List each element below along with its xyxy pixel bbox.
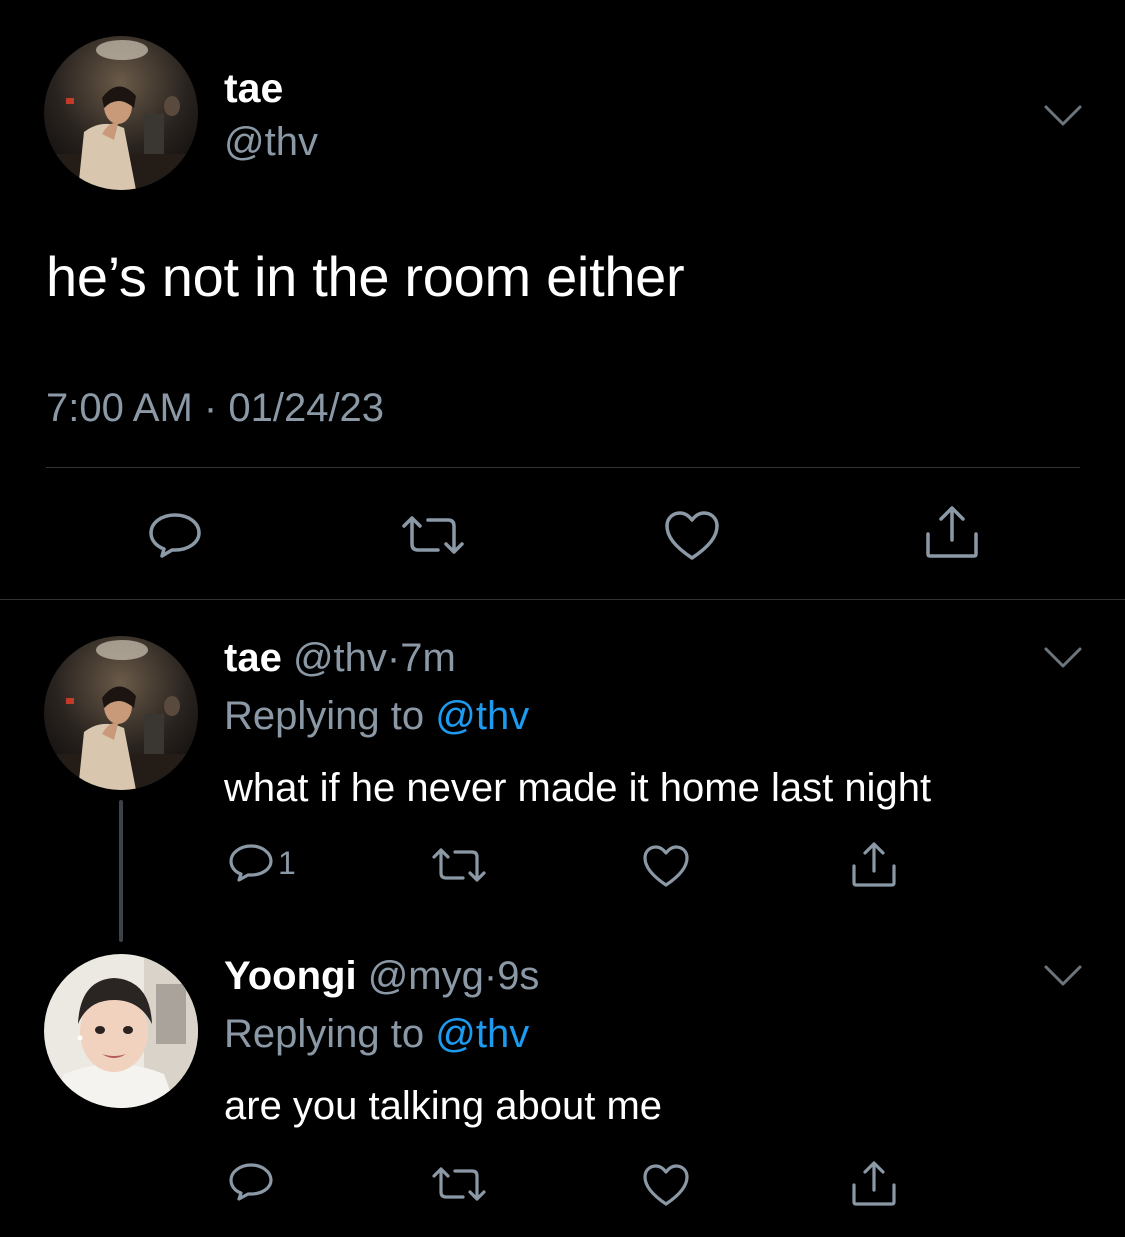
retweet-button[interactable] [430, 846, 488, 884]
author-handle[interactable]: @myg [368, 954, 484, 998]
share-button[interactable] [850, 1159, 898, 1207]
speech-bubble-icon [149, 513, 201, 558]
reply-age[interactable]: 7m [400, 636, 456, 680]
replying-to-label: Replying to [224, 694, 425, 738]
speech-bubble-icon [229, 1163, 273, 1201]
speech-bubble-icon [229, 844, 273, 882]
reply-button[interactable]: 1 [228, 843, 296, 883]
tweet-time: 7:00 AM [46, 386, 193, 430]
reply-count: 1 [278, 845, 296, 881]
retweet-button[interactable] [400, 514, 466, 556]
reply-header: Yoongi @myg·9s [224, 952, 539, 1000]
replying-to: Replying to @thv [224, 692, 529, 740]
tweet-date: 01/24/23 [228, 386, 385, 430]
like-button[interactable] [642, 1163, 690, 1207]
like-button[interactable] [664, 510, 720, 562]
avatar[interactable] [44, 954, 198, 1108]
avatar[interactable] [44, 36, 198, 190]
author-name[interactable]: tae [224, 636, 282, 680]
meta-separator: · [203, 386, 218, 430]
profile-photo-tae [44, 636, 198, 790]
mention-link[interactable]: @thv [435, 694, 529, 738]
author-handle[interactable]: @thv [293, 636, 387, 680]
heart-icon [643, 1164, 689, 1206]
author-name[interactable]: Yoongi [224, 954, 357, 998]
tweet-text: he’s not in the room either [46, 245, 685, 308]
retweet-icon [432, 848, 486, 882]
share-button[interactable] [924, 504, 980, 560]
heart-icon [643, 845, 689, 887]
replying-to: Replying to @thv [224, 1010, 529, 1058]
retweet-button[interactable] [430, 1165, 488, 1203]
chevron-down-icon[interactable] [1043, 964, 1083, 988]
reply-button[interactable] [148, 512, 202, 558]
share-icon [852, 842, 896, 887]
author-name[interactable]: tae [224, 64, 283, 112]
divider [0, 599, 1125, 600]
tweet-thread-screen: tae @thv he’s not in the room either 7:0… [0, 0, 1125, 1237]
author-handle[interactable]: @thv [224, 118, 318, 166]
chevron-down-icon[interactable] [1043, 104, 1083, 128]
like-button[interactable] [642, 844, 690, 888]
reply-text: what if he never made it home last night [224, 766, 932, 810]
thread-connector-line [119, 800, 123, 942]
share-button[interactable] [850, 840, 898, 888]
avatar[interactable] [44, 636, 198, 790]
reply-button[interactable] [228, 1162, 274, 1202]
profile-photo-tae [44, 36, 198, 190]
chevron-down-icon[interactable] [1043, 646, 1083, 670]
share-icon [926, 506, 978, 558]
reply-header: tae @thv·7m [224, 634, 456, 682]
meta-separator: · [483, 954, 498, 998]
mention-link[interactable]: @thv [435, 1012, 529, 1056]
share-icon [852, 1161, 896, 1206]
retweet-icon [402, 516, 464, 554]
profile-photo-yoongi [44, 954, 198, 1108]
divider [46, 467, 1080, 468]
reply-age[interactable]: 9s [497, 954, 539, 998]
heart-icon [665, 511, 719, 560]
meta-separator: · [386, 636, 401, 680]
retweet-icon [432, 1167, 486, 1201]
replying-to-label: Replying to [224, 1012, 425, 1056]
tweet-timestamp[interactable]: 7:00 AM · 01/24/23 [46, 384, 384, 432]
reply-text: are you talking about me [224, 1084, 663, 1128]
